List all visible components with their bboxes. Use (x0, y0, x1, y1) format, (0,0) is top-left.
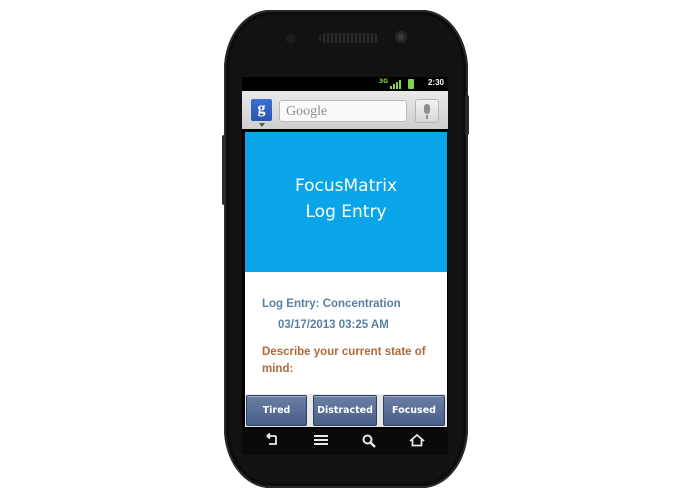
entry-type-label: Log Entry: Concentration (262, 298, 401, 310)
home-icon[interactable] (408, 433, 426, 449)
chevron-down-icon (259, 123, 265, 127)
distracted-button[interactable]: Distracted (313, 395, 377, 426)
volume-button (222, 135, 226, 205)
focused-button[interactable]: Focused (383, 395, 445, 426)
power-button (465, 95, 469, 135)
status-bar: 3G 2:30 (242, 77, 448, 91)
earpiece-speaker (319, 33, 379, 43)
page-title: Log Entry (305, 202, 387, 222)
back-icon[interactable] (262, 432, 280, 449)
navigation-bar (242, 429, 448, 455)
log-entry-content: Log Entry: Concentration 03/17/2013 03:2… (245, 272, 447, 394)
signal-icon (390, 79, 402, 89)
app-title: FocusMatrix (294, 176, 398, 196)
entry-timestamp: 03/17/2013 03:25 AM (278, 319, 389, 331)
proximity-sensor (286, 34, 296, 44)
google-search-bar: g Google (242, 91, 448, 129)
voice-search-button[interactable] (415, 99, 439, 123)
google-logo-button[interactable]: g (251, 99, 272, 121)
search-icon[interactable] (360, 433, 378, 449)
mood-button-row: Tired Distracted Focused (245, 394, 447, 427)
network-type-icon: 3G (379, 78, 389, 85)
menu-icon[interactable] (312, 433, 330, 449)
app-header: FocusMatrix Log Entry (245, 132, 447, 272)
phone-screen: 3G 2:30 g Google FocusMatrix Log Entry L… (242, 77, 448, 429)
search-input[interactable]: Google (279, 100, 407, 122)
battery-icon (408, 79, 414, 89)
tired-button[interactable]: Tired (246, 395, 307, 426)
front-camera (395, 31, 407, 43)
state-of-mind-prompt: Describe your current state of mind: (262, 346, 426, 375)
microphone-icon (424, 104, 430, 114)
status-time: 2:30 (427, 78, 444, 87)
